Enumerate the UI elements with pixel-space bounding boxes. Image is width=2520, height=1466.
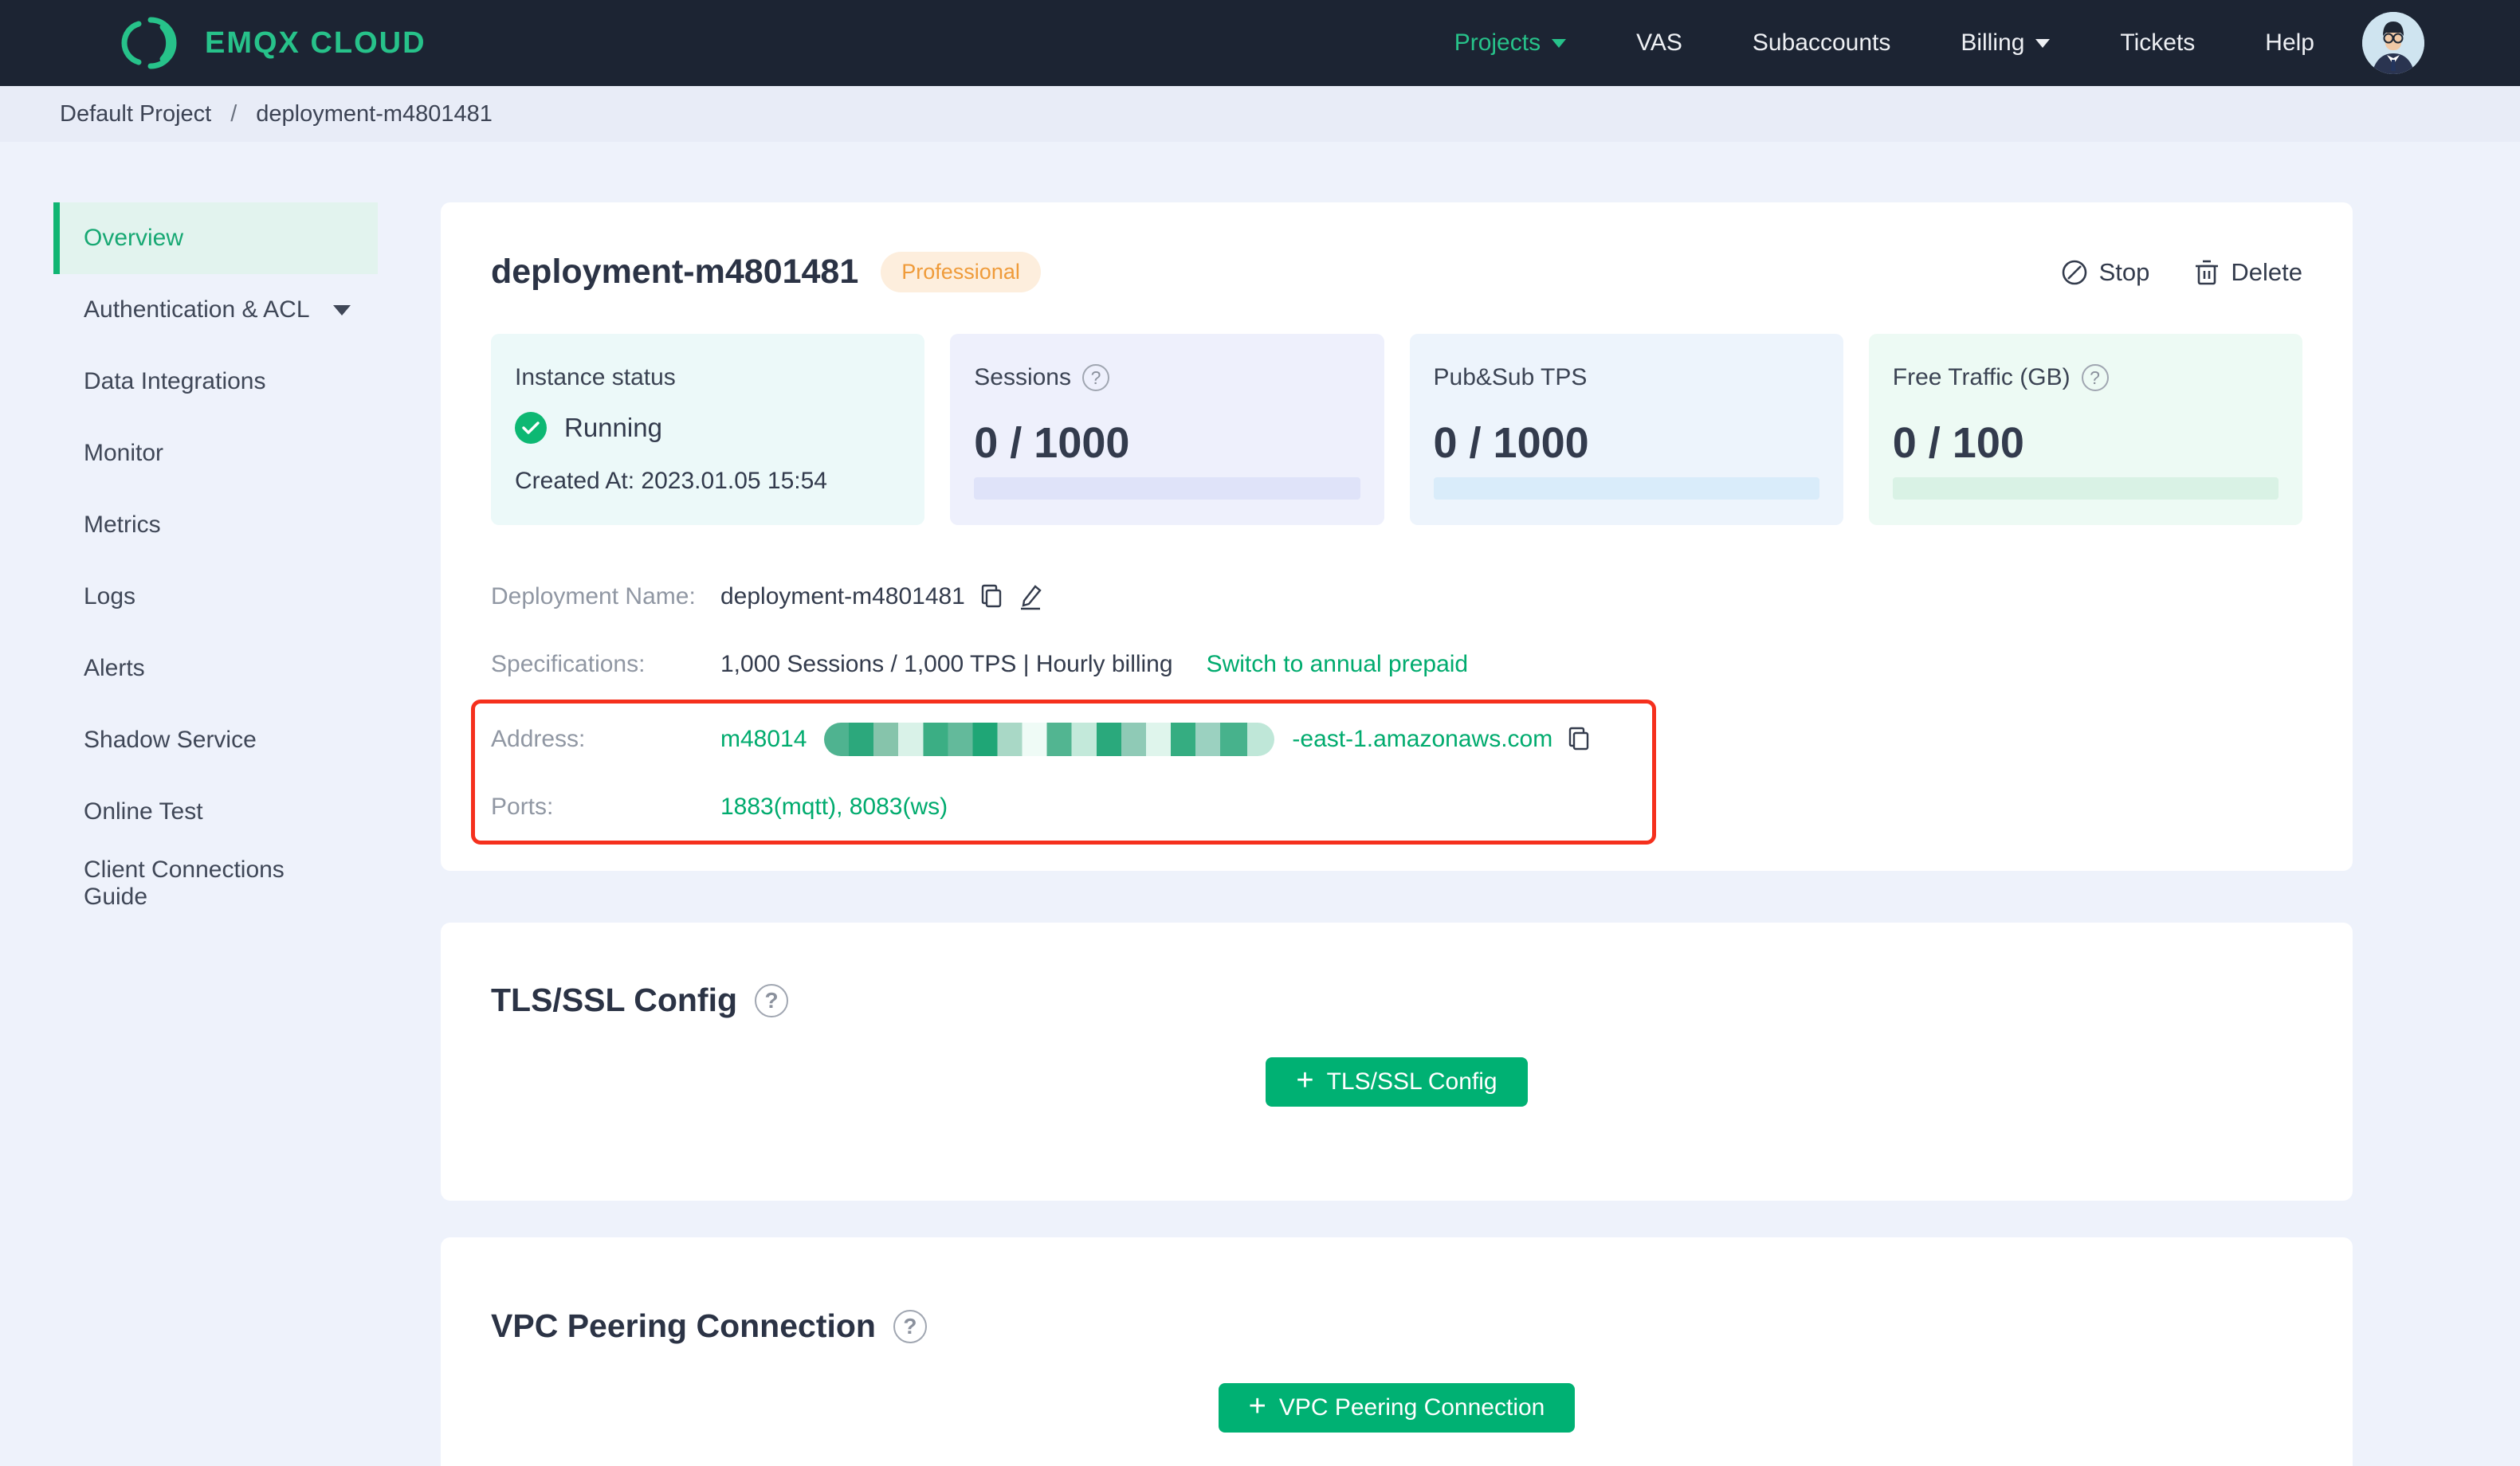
ports-row: Ports: 1883(mqtt), 8083(ws): [491, 793, 948, 820]
sidebar-item-metrics[interactable]: Metrics: [60, 489, 378, 561]
sidebar: Overview Authentication & ACL Data Integ…: [0, 142, 378, 919]
stop-icon: [2061, 259, 2088, 286]
help-icon[interactable]: ?: [2081, 364, 2109, 391]
address-suffix: -east-1.amazonaws.com: [1292, 725, 1553, 752]
status-text: Running: [564, 413, 662, 442]
deployment-title: deployment-m4801481: [491, 253, 859, 291]
nav-subaccounts[interactable]: Subaccounts: [1753, 29, 1890, 57]
nav-billing[interactable]: Billing: [1961, 29, 2051, 57]
deployment-details: Deployment Name: deployment-m4801481 Spe…: [471, 562, 2302, 845]
chevron-down-icon: [2035, 38, 2051, 48]
stat-sessions: Sessions ? 0 / 1000: [950, 334, 1384, 525]
trash-icon: [2194, 259, 2220, 286]
specifications-row: Specifications: 1,000 Sessions / 1,000 T…: [491, 650, 1469, 678]
help-icon[interactable]: ?: [893, 1309, 927, 1343]
brand-name: EMQX CLOUD: [205, 25, 426, 60]
plan-badge: Professional: [881, 252, 1041, 292]
sidebar-item-overview[interactable]: Overview: [53, 202, 378, 274]
sidebar-item-data-integrations[interactable]: Data Integrations: [60, 346, 378, 417]
add-vpc-peering-button[interactable]: + VPC Peering Connection: [1218, 1383, 1576, 1433]
switch-annual-prepaid-link[interactable]: Switch to annual prepaid: [1207, 651, 1469, 678]
tls-ssl-card: TLS/SSL Config ? + TLS/SSL Config: [441, 923, 2353, 1201]
brand: EMQX CLOUD: [116, 14, 426, 73]
ports-value: 1883(mqtt), 8083(ws): [720, 793, 948, 820]
breadcrumb-project[interactable]: Default Project: [60, 101, 211, 127]
nav-vas[interactable]: VAS: [1636, 29, 1682, 57]
help-icon[interactable]: ?: [1081, 364, 1109, 391]
nav-projects[interactable]: Projects: [1454, 29, 1567, 57]
nav-items: Projects VAS Subaccounts Billing Tickets…: [1454, 29, 2314, 57]
main-content: deployment-m4801481 Professional Stop De…: [378, 142, 2520, 1466]
sidebar-item-shadow-service[interactable]: Shadow Service: [60, 704, 378, 776]
nav-tickets[interactable]: Tickets: [2120, 29, 2195, 57]
tps-progress-bar: [1433, 477, 1819, 500]
sidebar-item-logs[interactable]: Logs: [60, 561, 378, 633]
connection-highlight-annotation: Address: m48014 -east-1.amazonaws.com Po…: [471, 700, 1656, 845]
breadcrumb-deployment: deployment-m4801481: [256, 100, 493, 127]
vpc-peering-title: VPC Peering Connection: [491, 1307, 876, 1344]
address-prefix: m48014: [720, 725, 807, 752]
address-redacted-blur: [824, 722, 1275, 756]
chevron-down-icon: [333, 304, 351, 316]
created-at: Created At: 2023.01.05 15:54: [515, 468, 827, 494]
vpc-peering-card: VPC Peering Connection ? + VPC Peering C…: [441, 1237, 2353, 1466]
deployment-overview-card: deployment-m4801481 Professional Stop De…: [441, 202, 2353, 871]
add-tls-ssl-config-button[interactable]: + TLS/SSL Config: [1266, 1057, 1528, 1107]
copy-icon[interactable]: [1567, 727, 1591, 752]
stats-row: Instance status Running Created At: 2023…: [491, 334, 2302, 525]
sessions-progress-bar: [974, 477, 1360, 500]
sidebar-item-online-test[interactable]: Online Test: [60, 776, 378, 848]
stat-instance-status: Instance status Running Created At: 2023…: [491, 334, 925, 525]
top-navbar: EMQX CLOUD Projects VAS Subaccounts Bill…: [0, 0, 2520, 86]
help-icon[interactable]: ?: [755, 983, 789, 1017]
nav-help[interactable]: Help: [2265, 29, 2314, 57]
chevron-down-icon: [1552, 38, 1567, 48]
sidebar-item-monitor[interactable]: Monitor: [60, 417, 378, 489]
breadcrumb: Default Project / deployment-m4801481: [0, 86, 2520, 142]
emqx-logo-icon: [116, 14, 184, 73]
specifications-value: 1,000 Sessions / 1,000 TPS | Hourly bill…: [720, 650, 1173, 677]
tls-ssl-title: TLS/SSL Config: [491, 982, 738, 1018]
traffic-progress-bar: [1892, 477, 2279, 500]
running-check-icon: [515, 412, 547, 444]
delete-button[interactable]: Delete: [2194, 258, 2302, 287]
stop-button[interactable]: Stop: [2061, 258, 2149, 287]
copy-icon[interactable]: [979, 584, 1003, 610]
sidebar-item-authentication-acl[interactable]: Authentication & ACL: [60, 274, 378, 346]
stat-pubsub-tps: Pub&Sub TPS 0 / 1000: [1409, 334, 1843, 525]
user-avatar[interactable]: [2362, 12, 2424, 74]
breadcrumb-separator: /: [230, 100, 237, 127]
sidebar-item-alerts[interactable]: Alerts: [60, 633, 378, 704]
stat-free-traffic: Free Traffic (GB) ? 0 / 100: [1868, 334, 2302, 525]
address-row: Address: m48014 -east-1.amazonaws.com: [491, 705, 1652, 773]
deployment-name-row: Deployment Name: deployment-m4801481: [491, 562, 2302, 630]
sidebar-item-client-connections-guide[interactable]: Client Connections Guide: [60, 848, 378, 919]
deployment-name-value: deployment-m4801481: [720, 582, 965, 610]
edit-icon[interactable]: [1018, 583, 1043, 610]
